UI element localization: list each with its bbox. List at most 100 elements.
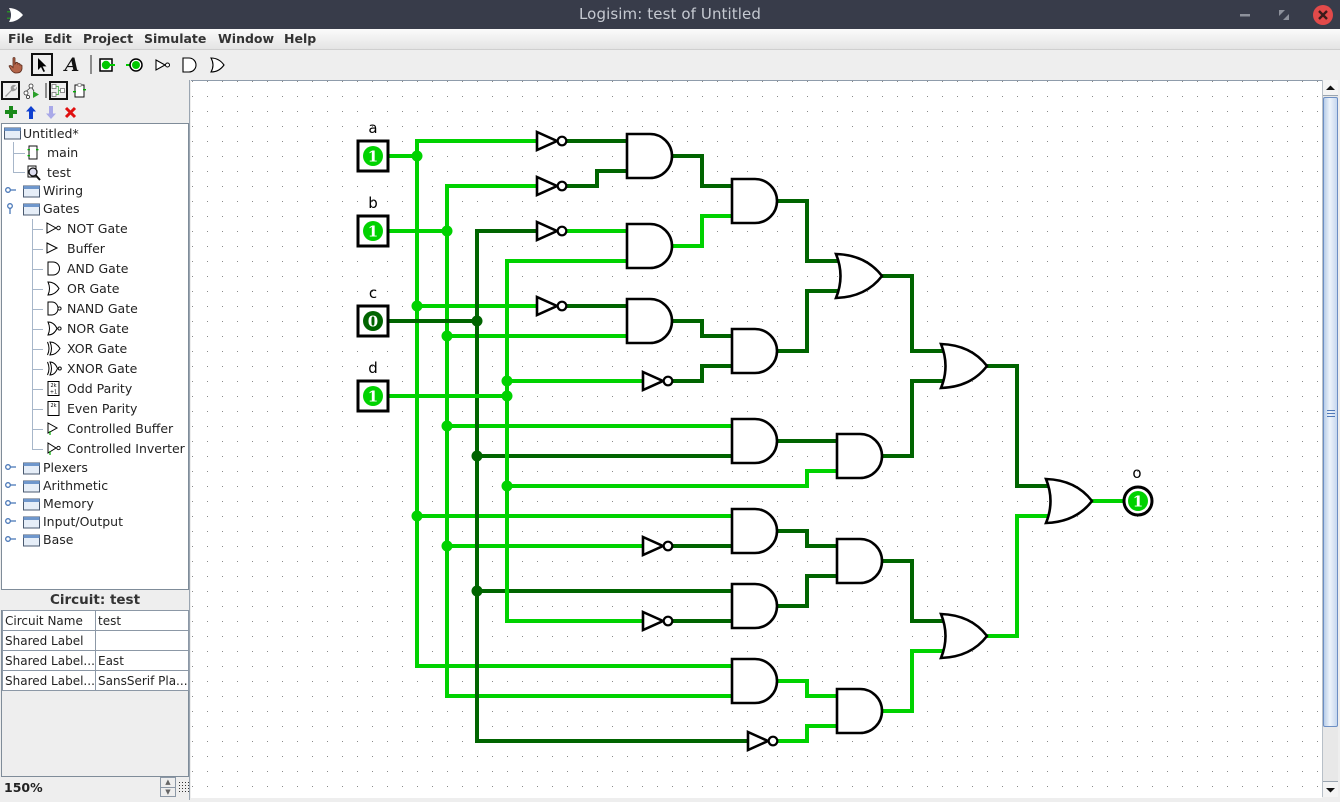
or-gate-tool-button[interactable] xyxy=(206,53,228,76)
tree-item-library-base[interactable]: Base xyxy=(2,531,188,549)
and-gate[interactable] xyxy=(730,507,779,555)
output-pin-tool-button[interactable] xyxy=(124,53,146,76)
property-value[interactable]: East xyxy=(95,650,189,671)
edit-layout-button[interactable] xyxy=(49,81,68,100)
wire-junction xyxy=(441,420,453,432)
zoom-in-arrow-icon[interactable]: ▲ xyxy=(161,778,175,787)
pin-value: 1 xyxy=(368,388,378,406)
tree-item-label: test xyxy=(47,165,72,180)
and-gate[interactable] xyxy=(835,687,884,735)
expand-toggle-icon[interactable] xyxy=(5,481,17,489)
title-bar: Logisim: test of Untitled xyxy=(0,0,1340,29)
tree-item-or-gate[interactable]: OR Gate xyxy=(2,279,188,299)
edit-appearance-button[interactable] xyxy=(70,81,89,100)
menu-edit[interactable]: Edit xyxy=(44,31,72,46)
scroll-up-button[interactable] xyxy=(1323,80,1338,96)
tree-item-library-wiring[interactable]: Wiring xyxy=(2,182,188,200)
zoom-value[interactable]: 150% xyxy=(4,780,43,795)
expand-toggle-icon[interactable] xyxy=(5,535,17,543)
scroll-down-button[interactable] xyxy=(1323,781,1338,797)
move-circuit-down-button[interactable] xyxy=(43,103,59,121)
tree-item-library-input-output[interactable]: Input/Output xyxy=(2,513,188,531)
and-gate[interactable] xyxy=(625,222,674,270)
minimize-button[interactable] xyxy=(1236,6,1254,24)
tree-item-and-gate[interactable]: AND Gate xyxy=(2,259,188,279)
zoom-out-arrow-icon[interactable]: ▼ xyxy=(161,787,175,796)
grid-toggle-icon[interactable] xyxy=(178,780,190,794)
tree-item-label: NAND Gate xyxy=(67,301,138,316)
xor-gate-icon xyxy=(47,341,61,356)
circuit-magnifier-icon xyxy=(27,165,41,181)
property-value[interactable]: test xyxy=(95,610,189,631)
poke-tool-button[interactable] xyxy=(5,53,27,76)
expand-toggle-icon[interactable] xyxy=(5,499,17,507)
zoom-spinner[interactable]: ▲ ▼ xyxy=(160,777,176,797)
expand-toggle-icon[interactable] xyxy=(5,463,17,471)
and-gate[interactable] xyxy=(625,132,674,180)
property-row: Shared Label... East xyxy=(2,650,189,671)
menu-help[interactable]: Help xyxy=(284,31,316,46)
circuit-canvas[interactable]: a 1 b 1 c 0 d 1 o 1 xyxy=(191,80,1322,798)
menu-window[interactable]: Window xyxy=(218,31,274,46)
toolbar-separator xyxy=(90,55,92,74)
and-gate-tool-button[interactable] xyxy=(178,53,200,76)
folder-icon xyxy=(23,203,40,216)
expand-toggle-icon[interactable] xyxy=(5,186,17,194)
tree-item-odd-parity[interactable]: 2k +1 Odd Parity xyxy=(2,379,188,399)
maximize-button[interactable] xyxy=(1275,6,1293,24)
move-circuit-up-button[interactable] xyxy=(23,103,39,121)
property-name: Circuit Name xyxy=(2,610,96,631)
tree-item-nand-gate[interactable]: NAND Gate xyxy=(2,299,188,319)
nor-gate-icon xyxy=(47,321,62,336)
tree-item-label: Even Parity xyxy=(67,401,138,416)
collapse-toggle-icon[interactable] xyxy=(6,203,14,215)
tree-item-nor-gate[interactable]: NOR Gate xyxy=(2,319,188,339)
text-A-icon: A xyxy=(64,53,80,76)
property-value[interactable] xyxy=(95,630,189,651)
add-circuit-button[interactable] xyxy=(3,103,19,121)
and-gate[interactable] xyxy=(835,537,884,585)
menu-project[interactable]: Project xyxy=(83,31,133,46)
pin-value: 1 xyxy=(368,148,378,166)
and-gate[interactable] xyxy=(730,417,779,465)
menu-simulate[interactable]: Simulate xyxy=(144,31,206,46)
tree-item-circuit-test[interactable]: test xyxy=(2,163,188,182)
and-gate[interactable] xyxy=(835,432,884,480)
tree-item-controlled-inverter[interactable]: Controlled Inverter xyxy=(2,439,188,459)
expand-toggle-icon[interactable] xyxy=(5,517,17,525)
wire-junction xyxy=(501,480,513,492)
and-gate[interactable] xyxy=(625,297,674,345)
project-toolbox-button[interactable] xyxy=(1,81,20,100)
text-tool-button[interactable]: A xyxy=(61,53,83,76)
tree-item-library-arithmetic[interactable]: Arithmetic xyxy=(2,477,188,495)
and-gate[interactable] xyxy=(730,177,779,225)
scroll-thumb[interactable] xyxy=(1323,97,1338,727)
tree-item-buffer[interactable]: Buffer xyxy=(2,239,188,259)
tree-item-library-memory[interactable]: Memory xyxy=(2,495,188,513)
or-gate-icon xyxy=(47,281,60,296)
tree-item-xor-gate[interactable]: XOR Gate xyxy=(2,339,188,359)
and-gate[interactable] xyxy=(730,657,779,705)
tree-item-circuit-main[interactable]: main xyxy=(2,143,188,162)
tree-item-controlled-buffer[interactable]: Controlled Buffer xyxy=(2,419,188,439)
and-gate[interactable] xyxy=(730,327,779,375)
window-title: Logisim: test of Untitled xyxy=(578,5,761,23)
simulation-hierarchy-button[interactable] xyxy=(22,81,41,100)
tree-item-even-parity[interactable]: 2k Even Parity xyxy=(2,399,188,419)
close-button[interactable] xyxy=(1313,5,1333,25)
tree-item-xnor-gate[interactable]: XNOR Gate xyxy=(2,359,188,379)
tree-item-not-gate[interactable]: NOT Gate xyxy=(2,219,188,239)
select-tool-button[interactable] xyxy=(31,53,53,76)
not-gate-tool-button[interactable] xyxy=(152,53,174,76)
tree-item-library-plexers[interactable]: Plexers xyxy=(2,459,188,477)
tree-item-label: NOT Gate xyxy=(67,221,128,236)
remove-circuit-button[interactable] xyxy=(62,103,78,121)
tree-item-library-gates[interactable]: Gates xyxy=(2,200,188,219)
vertical-scrollbar[interactable] xyxy=(1322,80,1338,797)
menu-file[interactable]: File xyxy=(8,31,34,46)
input-pin-tool-button[interactable] xyxy=(96,53,118,76)
circuit-drawing[interactable]: a 1 b 1 c 0 d 1 o 1 xyxy=(191,80,1322,798)
property-value[interactable]: SansSerif Pla... xyxy=(95,670,189,691)
tree-item-project[interactable]: Untitled* xyxy=(2,124,188,143)
and-gate[interactable] xyxy=(730,582,779,630)
